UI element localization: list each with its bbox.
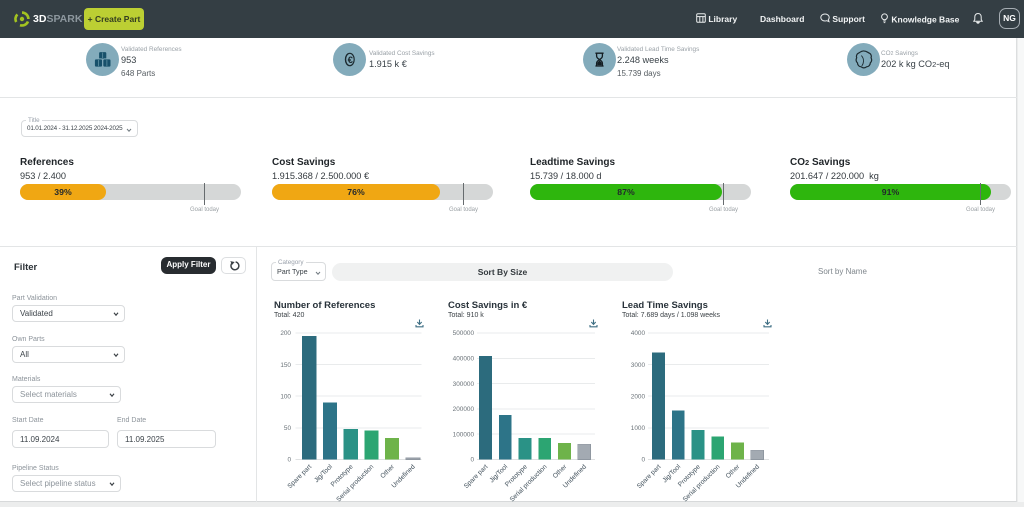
svg-text:1000: 1000 <box>631 425 646 432</box>
svg-text:Spare part: Spare part <box>636 463 663 490</box>
svg-text:200: 200 <box>280 330 291 337</box>
svg-text:0: 0 <box>641 457 645 464</box>
svg-text:50: 50 <box>284 425 292 432</box>
svg-text:500000: 500000 <box>453 330 475 337</box>
svg-text:Spare part: Spare part <box>463 463 490 490</box>
svg-text:Other: Other <box>725 463 742 480</box>
svg-text:100: 100 <box>280 393 291 400</box>
svg-text:Other: Other <box>379 463 396 480</box>
svg-text:Serial production: Serial production <box>682 463 722 503</box>
svg-text:Other: Other <box>552 463 569 480</box>
svg-text:Spare part: Spare part <box>286 463 313 490</box>
svg-text:150: 150 <box>280 362 291 369</box>
svg-text:0: 0 <box>287 457 291 464</box>
svg-text:100000: 100000 <box>453 431 475 438</box>
svg-text:3000: 3000 <box>631 362 646 369</box>
svg-text:Serial production: Serial production <box>509 463 549 503</box>
svg-text:2000: 2000 <box>631 393 646 400</box>
svg-text:400000: 400000 <box>453 356 475 363</box>
svg-text:300000: 300000 <box>453 381 475 388</box>
svg-text:Serial production: Serial production <box>335 463 375 503</box>
svg-text:0: 0 <box>470 457 474 464</box>
svg-text:4000: 4000 <box>631 330 646 337</box>
svg-text:200000: 200000 <box>453 406 475 413</box>
